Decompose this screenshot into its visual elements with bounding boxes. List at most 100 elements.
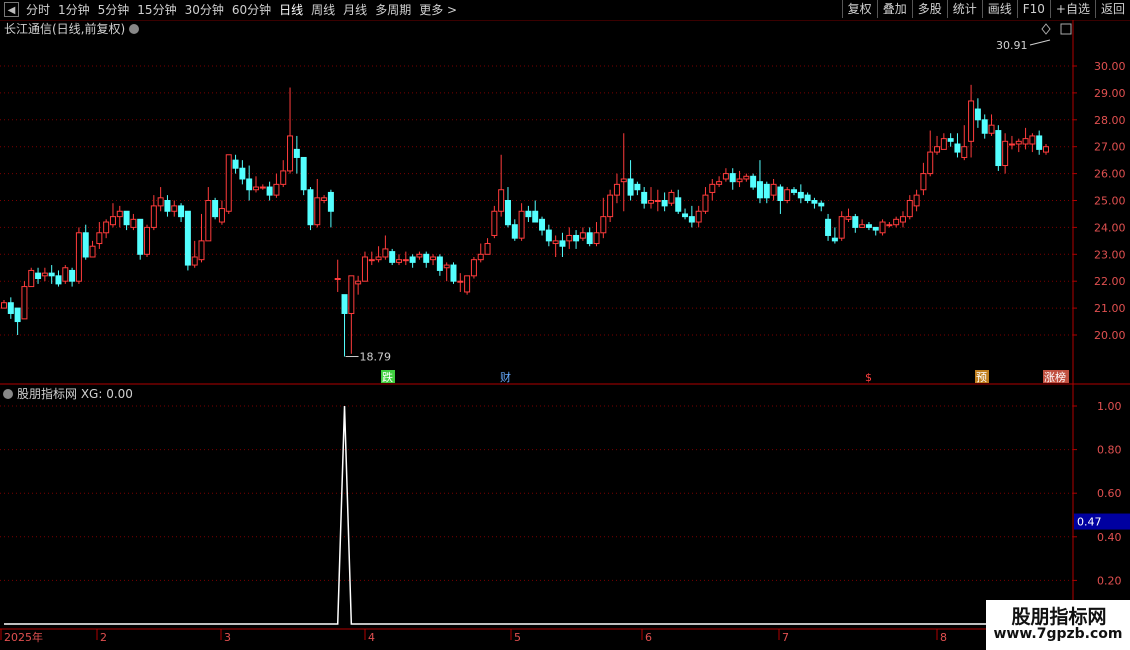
- indicator-panel-title: 股朋指标网 XG: 0.00: [17, 386, 133, 401]
- price-tick-label: 28.00: [1094, 114, 1126, 127]
- tool-button-6[interactable]: +自选: [1049, 0, 1095, 18]
- time-label: 2: [100, 631, 107, 644]
- kline-chart[interactable]: 30.00 29.00 28.00 27.00 26.00 25.00 24.00 23.00…: [0, 20, 1130, 650]
- candle-body: [225, 154, 232, 212]
- price-tick-label: 29.00: [1094, 87, 1126, 100]
- candle-body: [246, 178, 253, 191]
- candle-body: [1002, 140, 1009, 167]
- candle-body: [552, 240, 559, 245]
- candle-body: [457, 280, 464, 283]
- tool-button-7[interactable]: 返回: [1094, 0, 1130, 18]
- period-tab-8[interactable]: 月线: [343, 0, 367, 20]
- candle-body: [886, 224, 893, 227]
- candle-body: [7, 302, 14, 314]
- candle-body: [573, 234, 580, 242]
- candle-body: [743, 175, 750, 180]
- indicator-dropdown-icon: [3, 389, 13, 399]
- event-marker-3: 预: [976, 371, 987, 384]
- price-tick-label: 20.00: [1094, 329, 1126, 342]
- candle-body: [164, 200, 171, 212]
- candle-body: [259, 186, 266, 189]
- candle-body: [443, 264, 450, 269]
- candle-body: [511, 224, 518, 239]
- time-label: 3: [224, 631, 231, 644]
- candle-body: [927, 151, 934, 175]
- period-tab-0[interactable]: 分时: [26, 0, 50, 20]
- tool-button-3[interactable]: 统计: [946, 0, 982, 18]
- candle-body: [116, 210, 123, 218]
- tool-button-5[interactable]: F10: [1016, 0, 1050, 18]
- candle-body: [109, 216, 116, 226]
- event-marker-4: 涨榜: [1044, 370, 1066, 384]
- candle-body: [852, 216, 859, 228]
- candle-body: [716, 181, 723, 185]
- candle-body: [845, 216, 852, 220]
- period-tab-7[interactable]: 周线: [311, 0, 335, 20]
- period-tab-3[interactable]: 15分钟: [137, 0, 176, 20]
- price-tick-label: 27.00: [1094, 141, 1126, 154]
- tool-button-1[interactable]: 叠加: [876, 0, 912, 18]
- candle-body: [797, 191, 804, 199]
- candle-body: [327, 191, 334, 212]
- price-tick-label: 22.00: [1094, 275, 1126, 288]
- period-tab-6[interactable]: 日线: [279, 0, 303, 20]
- candle-body: [525, 210, 532, 218]
- candle-body: [504, 200, 511, 226]
- candle-body: [981, 119, 988, 134]
- candle-body: [28, 269, 35, 288]
- tool-button-4[interactable]: 画线: [981, 0, 1017, 18]
- tool-button-2[interactable]: 多股: [911, 0, 947, 18]
- period-tab-4[interactable]: 30分钟: [185, 0, 224, 20]
- cursor-value-label: 0.47: [1077, 516, 1102, 529]
- candle-body: [300, 156, 307, 191]
- candle-body: [736, 178, 743, 183]
- candle-body: [777, 186, 784, 202]
- candle-body: [1043, 146, 1049, 153]
- time-label: 4: [368, 631, 375, 644]
- indicator-lines: [4, 405, 1073, 625]
- candle-body: [389, 251, 396, 263]
- candle-body: [396, 259, 403, 263]
- candle-body: [137, 218, 144, 255]
- price-tick-label: 24.00: [1094, 221, 1126, 234]
- high-arrow: [1029, 39, 1051, 46]
- period-tab-2[interactable]: 5分钟: [98, 0, 130, 20]
- candle-body: [545, 229, 552, 242]
- back-arrow-icon[interactable]: ◀: [4, 2, 19, 17]
- high-price-label: 30.91: [996, 39, 1028, 52]
- candle-body: [988, 124, 995, 134]
- candle-body: [464, 275, 471, 293]
- candle-body: [171, 205, 178, 212]
- candle-body: [89, 245, 96, 258]
- candle-body: [763, 183, 770, 199]
- candle-body: [647, 200, 654, 204]
- period-tab-5[interactable]: 60分钟: [232, 0, 271, 20]
- period-tab-9[interactable]: 多周期: [375, 0, 411, 20]
- candle-body: [579, 232, 586, 239]
- time-label: 2025年: [4, 630, 43, 644]
- candle-body: [825, 218, 832, 236]
- candle-body: [539, 218, 546, 231]
- candle-body: [361, 256, 368, 282]
- candle-body: [695, 210, 702, 223]
- candle-body: [307, 189, 314, 226]
- candle-body: [906, 200, 913, 218]
- candle-body: [470, 259, 477, 277]
- candle-body: [1008, 143, 1015, 146]
- candle-body: [96, 232, 103, 245]
- candle-body: [586, 232, 593, 245]
- candle-body: [184, 210, 191, 266]
- price-tick-label: 25.00: [1094, 195, 1126, 208]
- watermark-line2: www.7gpzb.com: [993, 626, 1123, 642]
- time-label: 5: [514, 631, 521, 644]
- period-tab-10[interactable]: 更多 >: [419, 0, 457, 20]
- candle-body: [103, 221, 110, 234]
- candle-body: [423, 253, 430, 263]
- candle-body: [607, 194, 614, 218]
- event-marker-2: $: [865, 371, 872, 384]
- candle-body: [893, 218, 900, 226]
- candle-body: [252, 186, 259, 191]
- period-tab-1[interactable]: 1分钟: [58, 0, 90, 20]
- candle-body: [559, 240, 566, 247]
- tool-button-0[interactable]: 复权: [841, 0, 877, 18]
